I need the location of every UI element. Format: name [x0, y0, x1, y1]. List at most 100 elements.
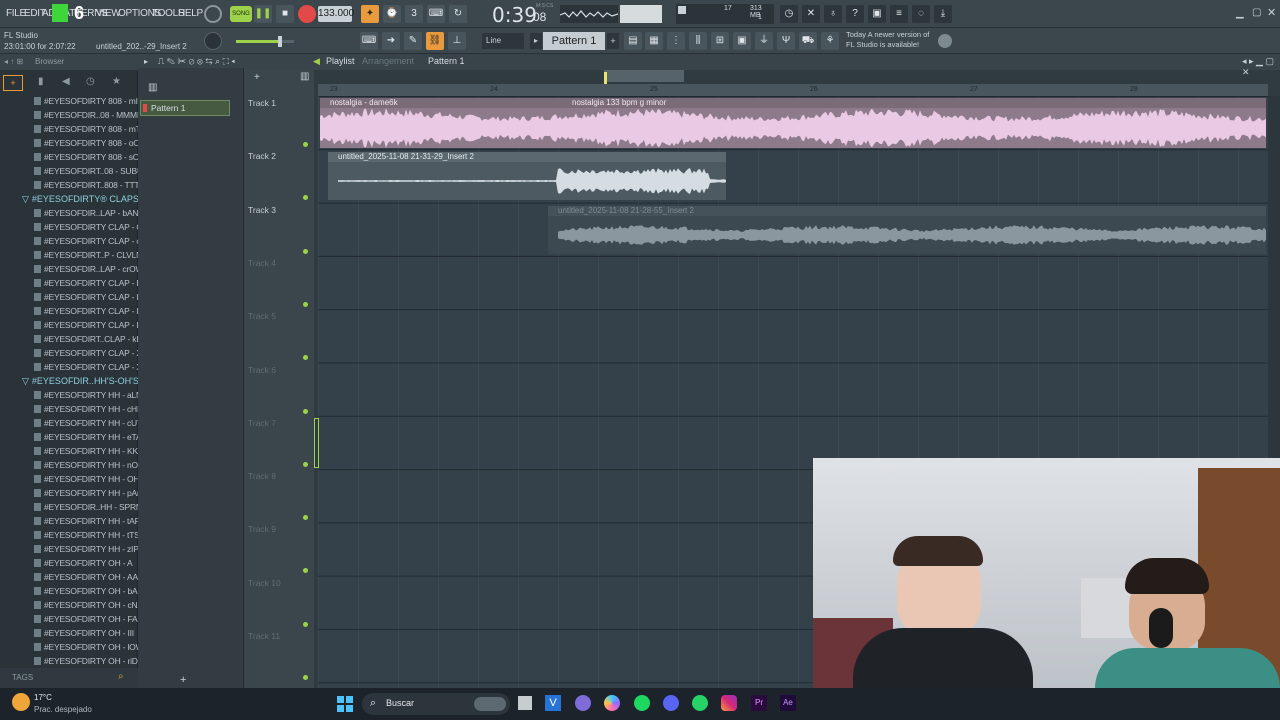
playlist-tools-icons[interactable]: ⎍ ✎ ✂ ⊘ ⊗ ⇆ ⌕ ⛶ ◂: [158, 56, 235, 67]
pattern-selector[interactable]: Pattern 1: [543, 32, 605, 50]
main-volume-knob[interactable]: [204, 5, 222, 23]
browser-file[interactable]: #EYESOFDIRTY HH - pArt: [34, 488, 142, 502]
save-icon[interactable]: ▣: [868, 5, 886, 23]
wait-input-icon[interactable]: ⌚: [383, 5, 401, 23]
browser-file[interactable]: #EYESOFDIRT..CLAP - kKU!: [34, 334, 150, 348]
task-view-icon[interactable]: [518, 696, 532, 710]
taskbar-search[interactable]: ⌕ Buscar: [362, 693, 510, 715]
track-label[interactable]: Track 4: [248, 258, 276, 268]
browser-file[interactable]: #EYESOFDIRTY CLAP - I: [34, 292, 139, 306]
grid-toggle-icon[interactable]: ▥: [300, 71, 309, 82]
panic-icon[interactable]: ✕: [802, 5, 820, 23]
browser-file[interactable]: #EYESOFDIRTY CLAP - II: [34, 306, 141, 320]
timeline-ruler[interactable]: 23 24 25 26 27 28: [318, 84, 1268, 96]
track-label[interactable]: Track 7: [248, 418, 276, 428]
pause-button[interactable]: ❚❚: [254, 5, 272, 23]
maximize-icon[interactable]: ▢: [1252, 7, 1261, 18]
snap-selector[interactable]: Line: [482, 33, 524, 49]
browser-file[interactable]: #EYESOFDIR..08 - MMMM: [34, 110, 144, 124]
channel-rack-icon[interactable]: ⋮: [667, 32, 685, 50]
browser-file[interactable]: #EYESOFDIR..LAP - crOWD: [34, 264, 149, 278]
instagram-icon[interactable]: [721, 695, 737, 711]
track-mute-led[interactable]: [303, 621, 308, 627]
track-label[interactable]: Track 8: [248, 471, 276, 481]
search-icon[interactable]: ⌕: [118, 671, 124, 682]
track-mute-led[interactable]: [303, 461, 308, 467]
pencil-icon[interactable]: ✎: [404, 32, 422, 50]
menu-help[interactable]: HELP: [178, 8, 203, 19]
browser-file[interactable]: #EYESOFDIRTY CLAP - EVA: [34, 278, 152, 292]
undo-history-icon[interactable]: ◷: [780, 5, 798, 23]
browser-file[interactable]: #EYESOFDIRTY 808 - mTR: [34, 124, 147, 138]
browser-file[interactable]: #EYESOFDIRTY HH - OHm: [34, 474, 146, 488]
metronome-icon[interactable]: ✦: [361, 5, 379, 23]
browser-file[interactable]: #EYESOFDIRT..P - CLVLNd: [34, 250, 147, 264]
browser-file[interactable]: #EYESOFDIRTY CLAP - Xr: [34, 348, 145, 362]
browser-file[interactable]: #EYESOFDIRTY HH - zIP: [34, 544, 139, 558]
browser-file[interactable]: #EYESOFDIRTY OH - lOW: [34, 642, 144, 656]
browser-recent-icon[interactable]: ◷: [86, 76, 95, 87]
microphone-icon[interactable]: ♁: [824, 5, 842, 23]
premiere-icon[interactable]: Pr: [751, 695, 767, 711]
loop-record-icon[interactable]: ↻: [449, 5, 467, 23]
browser-tree-icon[interactable]: ⊞: [711, 32, 729, 50]
piano-roll-icon[interactable]: ▦: [645, 32, 663, 50]
plug-icon[interactable]: ⏚: [755, 32, 773, 50]
track-mute-led[interactable]: [303, 142, 308, 147]
browser-file[interactable]: #EYESOFDIR..LAP - bANDS: [34, 208, 150, 222]
plugin-picker-icon[interactable]: ▣: [733, 32, 751, 50]
browser-file[interactable]: #EYESOFDIRTY OH - A: [34, 558, 133, 572]
browser-file[interactable]: #EYESOFDIRTY 808 - sOFT: [34, 152, 149, 166]
windows-start-icon[interactable]: [337, 696, 353, 712]
browser-file[interactable]: #EYESOFDIRTY HH - cUT: [34, 418, 142, 432]
browser-file[interactable]: #EYESOFDIRTY CLAP - III: [34, 320, 143, 334]
playhead-marker[interactable]: [604, 72, 607, 84]
playlist-window-controls[interactable]: ◂ ▸ ▁ ▢ ✕: [1242, 56, 1280, 78]
update-icon[interactable]: [938, 34, 952, 48]
mixer-icon[interactable]: ⫼: [689, 32, 707, 50]
whatsapp-icon[interactable]: [692, 695, 708, 711]
tuning-fork-icon[interactable]: Ψ: [777, 32, 795, 50]
browser-file[interactable]: #EYESOFDIRTY HH - nOS: [34, 460, 144, 474]
menu-view[interactable]: VIEW: [96, 8, 121, 19]
track-label[interactable]: Track 6: [248, 365, 276, 375]
browser-file[interactable]: #EYESOFDIRTY CLAP - cLN: [34, 236, 151, 250]
link-icon[interactable]: ⛓: [426, 32, 444, 50]
master-pitch-knob[interactable]: [204, 32, 222, 50]
browser-file[interactable]: #EYESOFDIRTY HH - eTA: [34, 432, 142, 446]
stop-button[interactable]: ■: [276, 5, 294, 23]
browser-file[interactable]: #EYESOFDIRT..808 - TTTTT: [34, 180, 150, 194]
browser-file[interactable]: #EYESOFDIRTY HH - cHE: [34, 404, 143, 418]
playlist-play-icon[interactable]: ◀: [313, 56, 320, 67]
picker-toggle-icon[interactable]: ▥: [148, 82, 157, 93]
track-mute-led[interactable]: [303, 408, 308, 414]
add-playlist-track-icon[interactable]: +: [254, 72, 260, 83]
copilot-icon[interactable]: [604, 695, 620, 711]
clip-track2[interactable]: untitled_2025-11-08 21-31-29_Insert 2: [328, 152, 726, 200]
track-label[interactable]: Track 2: [248, 151, 276, 161]
teams-icon[interactable]: [575, 695, 591, 711]
browser-file[interactable]: #EYESOFDIRTY 808 - oOOO: [34, 138, 153, 152]
clip-track3[interactable]: untitled_2025-11-08 21-28-55_Insert 2: [548, 206, 1266, 254]
download-icon[interactable]: ⤓: [934, 5, 952, 23]
discord-icon[interactable]: [663, 695, 679, 711]
browser-favorites-icon[interactable]: ★: [112, 76, 121, 87]
browser-file[interactable]: #EYESOFDIRTY OH - III: [34, 628, 134, 642]
track-label[interactable]: Track 5: [248, 311, 276, 321]
track-mute-led[interactable]: [303, 675, 308, 680]
track-label[interactable]: Track 11: [248, 631, 280, 641]
clip-track1[interactable]: nostalgia - dame6k nostalgia 133 bpm g m…: [320, 98, 1266, 148]
browser-file[interactable]: #EYESOFDIRT..08 - SUBUc: [34, 166, 147, 180]
countdown-icon[interactable]: 3: [405, 5, 423, 23]
browser-file[interactable]: #EYESOFDIRTY OH - cNZX: [34, 600, 148, 614]
playlist-pattern-label[interactable]: Pattern 1: [428, 56, 465, 66]
browser-file[interactable]: #EYESOFDIRTY HH - tAP: [34, 516, 140, 530]
browser-folder[interactable]: ▽ #EYESOFDIR..HH'S-OH'S: [22, 376, 139, 390]
add-track-icon[interactable]: +: [180, 674, 186, 686]
step-edit-icon[interactable]: ⌨: [427, 5, 445, 23]
time-display[interactable]: 0:39: [492, 3, 537, 27]
help-icon[interactable]: ?: [846, 5, 864, 23]
spotify-icon[interactable]: [634, 695, 650, 711]
browser-file[interactable]: #EYESOFDIRTY CLAP - XXX: [34, 362, 153, 376]
horizontal-scrollbar[interactable]: [604, 70, 684, 82]
